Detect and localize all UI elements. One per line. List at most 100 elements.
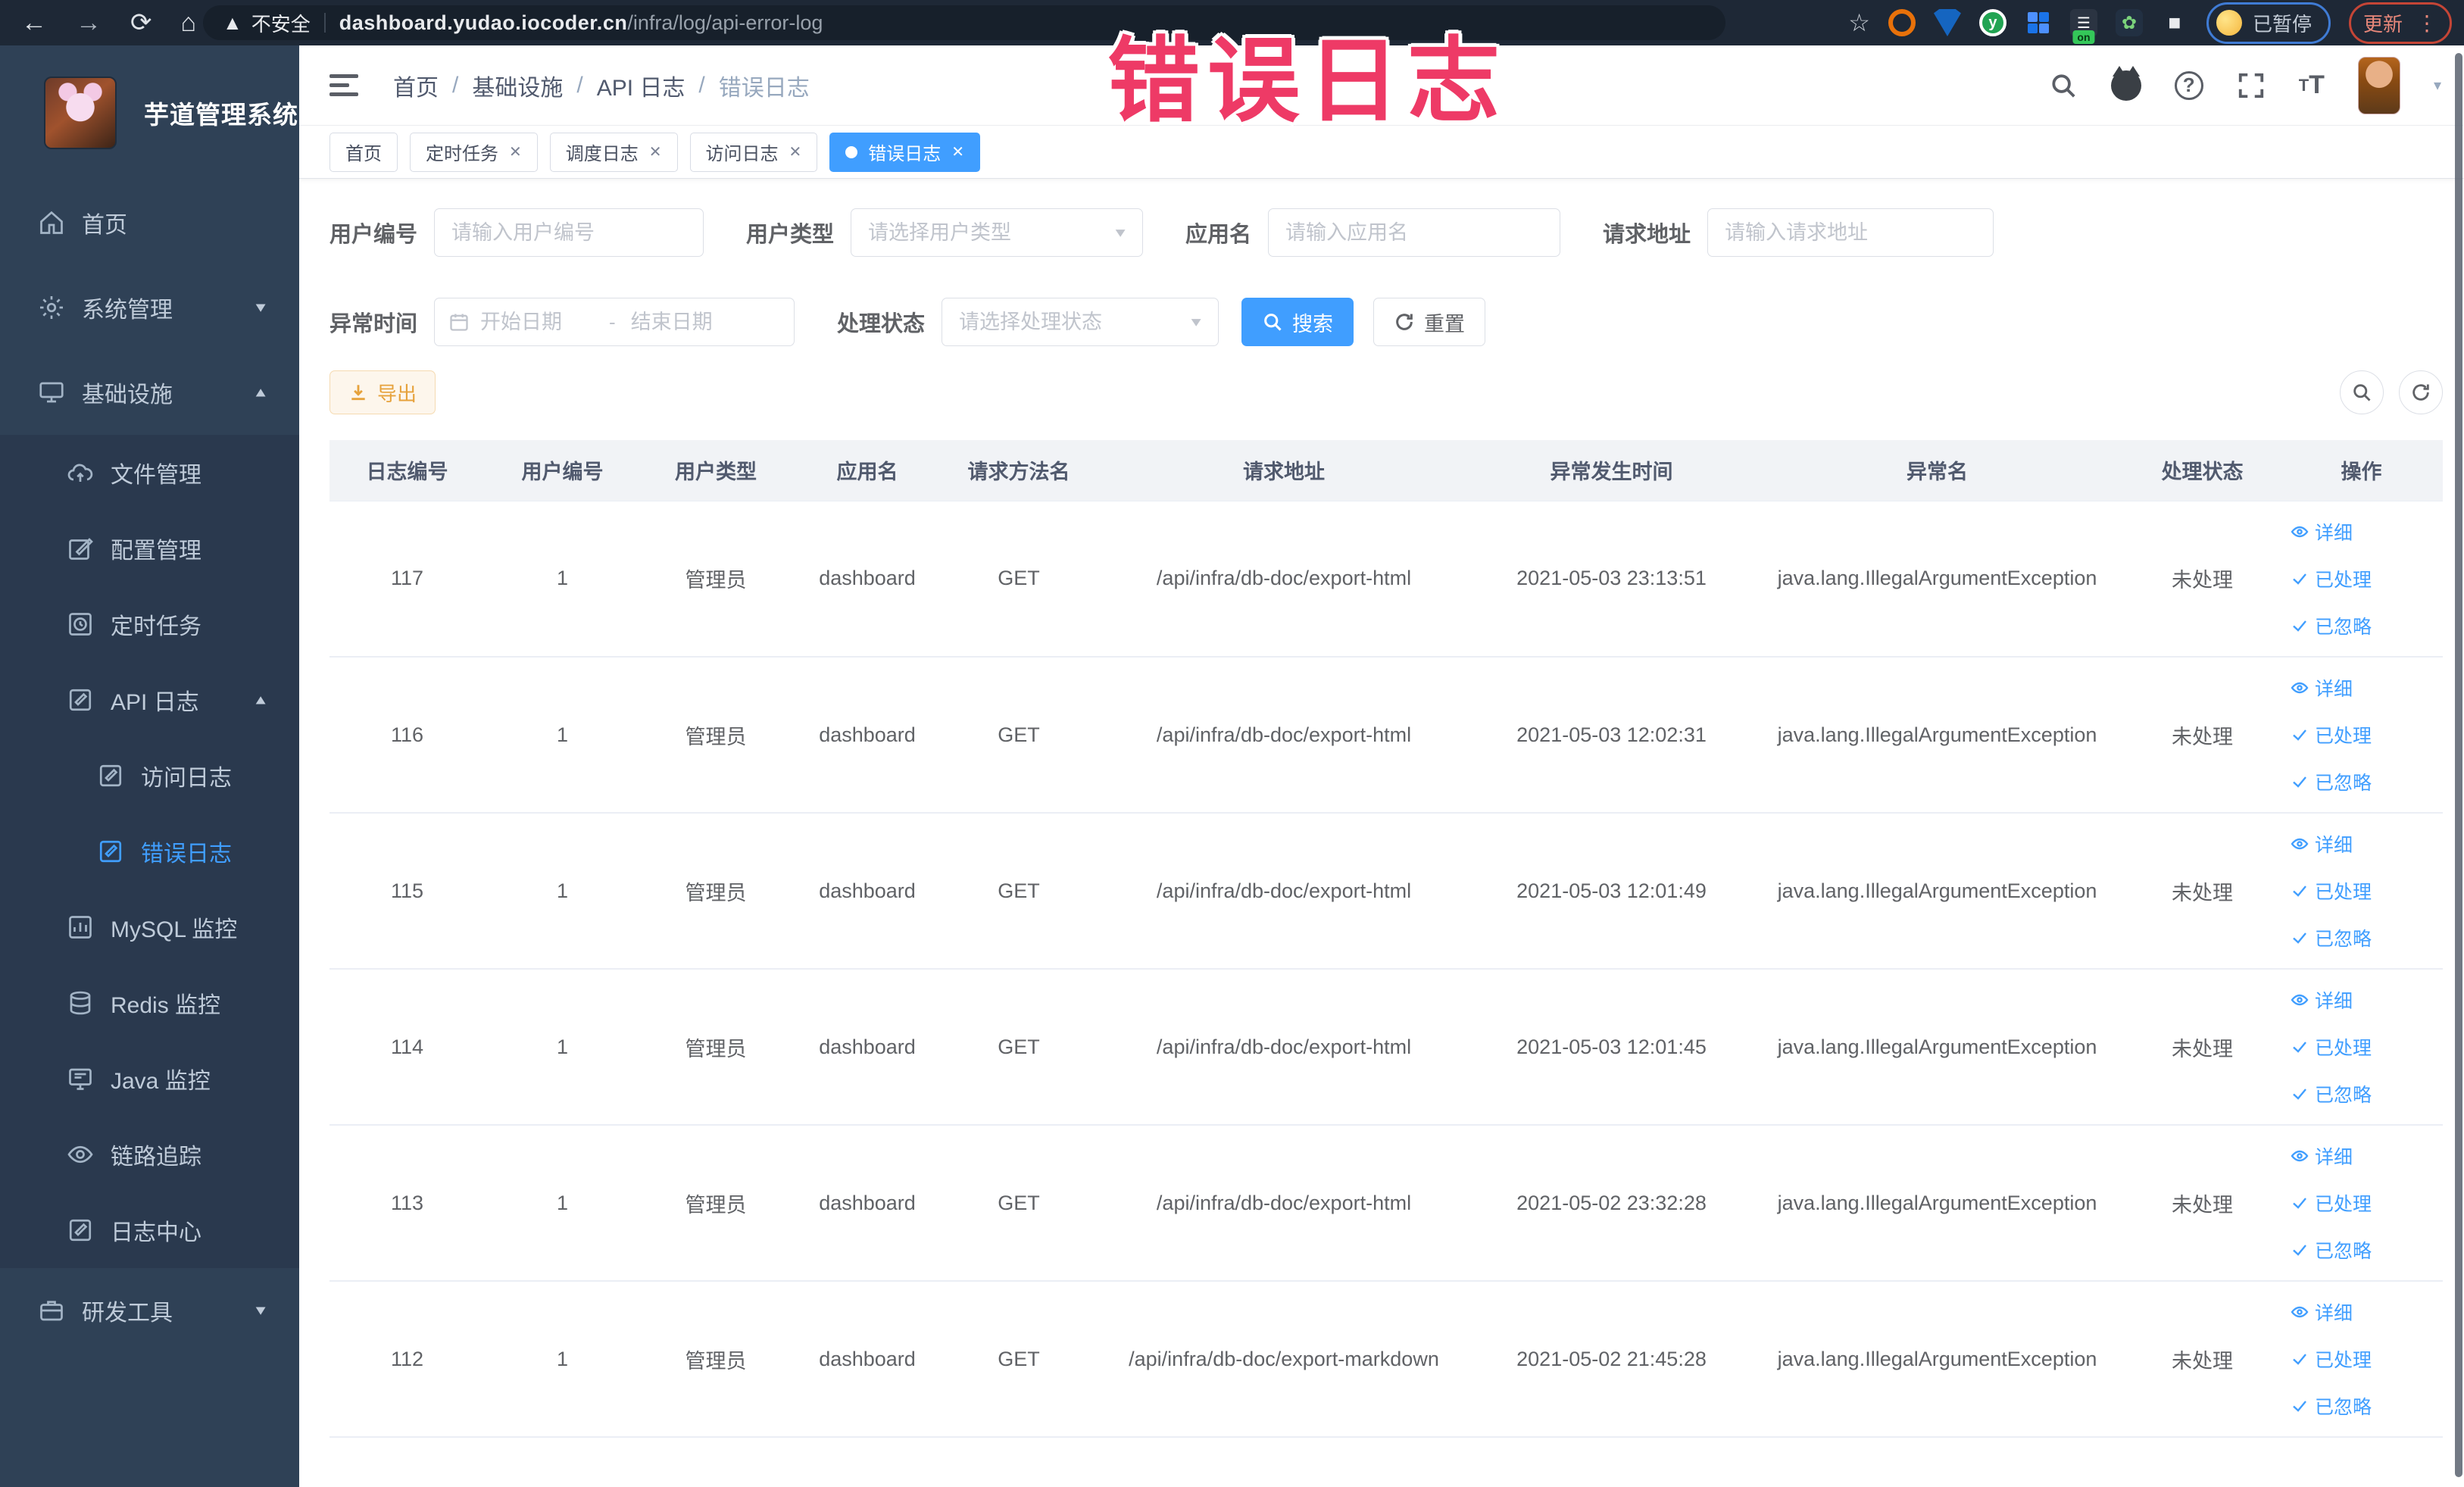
address-bar[interactable]: ▲ 不安全 dashboard.yudao.iocoder.cn /infra/… bbox=[203, 5, 1725, 40]
search-button[interactable]: 搜索 bbox=[1241, 298, 1354, 346]
detail-link[interactable]: 详细 bbox=[2291, 830, 2353, 858]
user-type-select[interactable]: ▼ bbox=[851, 208, 1144, 257]
mark-ignored-link[interactable]: 已忽略 bbox=[2291, 1236, 2372, 1264]
process-status-input[interactable] bbox=[942, 298, 1219, 345]
check-icon bbox=[2293, 620, 2306, 632]
back-icon[interactable]: ← bbox=[21, 10, 47, 36]
mark-ignored-link[interactable]: 已忽略 bbox=[2291, 924, 2372, 951]
user-type-input[interactable] bbox=[851, 209, 1143, 256]
detail-link[interactable]: 详细 bbox=[2291, 518, 2353, 545]
mark-processed-link[interactable]: 已处理 bbox=[2291, 1345, 2372, 1373]
close-icon[interactable]: ✕ bbox=[951, 142, 964, 161]
user-id-input[interactable] bbox=[435, 209, 704, 256]
exception-time-range[interactable]: - bbox=[434, 298, 795, 346]
collapse-sidebar-icon[interactable] bbox=[329, 69, 358, 102]
mark-ignored-link[interactable]: 已忽略 bbox=[2291, 1392, 2372, 1420]
profile-paused-chip[interactable]: 已暂停 bbox=[2206, 2, 2331, 44]
tab-schedule-log[interactable]: 调度日志 ✕ bbox=[549, 132, 678, 172]
toolbar-row: 导出 bbox=[329, 370, 2443, 414]
process-status-select[interactable]: ▼ bbox=[942, 298, 1220, 346]
sidebar-item-error-log[interactable]: 错误日志 bbox=[0, 814, 299, 889]
sidebar-item-infrastructure[interactable]: 基础设施 ▲ bbox=[0, 350, 299, 435]
mark-ignored-link[interactable]: 已忽略 bbox=[2291, 768, 2372, 795]
sidebar-item-system-management[interactable]: 系统管理 ▼ bbox=[0, 265, 299, 350]
sidebar-item-mysql-monitor[interactable]: MySQL 监控 bbox=[0, 889, 299, 965]
close-icon[interactable]: ✕ bbox=[509, 142, 522, 161]
request-url-cell: /api/infra/db-doc/export-markdown bbox=[1095, 1281, 1473, 1438]
sidebar-item-scheduled-tasks[interactable]: 定时任务 bbox=[0, 586, 299, 662]
mark-processed-link[interactable]: 已处理 bbox=[2291, 1033, 2372, 1061]
sidebar-item-access-log[interactable]: 访问日志 bbox=[0, 738, 299, 814]
tab-access-log[interactable]: 访问日志 ✕ bbox=[689, 132, 818, 172]
user-id-field[interactable] bbox=[434, 208, 704, 257]
detail-link[interactable]: 详细 bbox=[2291, 986, 2353, 1014]
app-name-input[interactable] bbox=[1269, 209, 1560, 256]
sidebar-item-api-log[interactable]: API 日志 ▲ bbox=[0, 662, 299, 738]
home-icon[interactable]: ⌂ bbox=[181, 10, 197, 36]
request-url-input[interactable] bbox=[1708, 209, 1994, 256]
extension-shield-icon[interactable] bbox=[1933, 9, 1961, 36]
bookmark-star-icon[interactable]: ☆ bbox=[1848, 8, 1870, 37]
tab-scheduled-tasks[interactable]: 定时任务 ✕ bbox=[410, 132, 538, 172]
search-icon[interactable] bbox=[2049, 71, 2078, 100]
extension-orange-icon[interactable] bbox=[1888, 9, 1916, 36]
app-logo-row[interactable]: 芋道管理系统 bbox=[0, 45, 299, 159]
col-exception-time: 异常发生时间 bbox=[1473, 440, 1750, 501]
col-user-id: 用户编号 bbox=[485, 440, 640, 501]
end-date-input[interactable] bbox=[630, 298, 745, 345]
start-date-input[interactable] bbox=[480, 298, 595, 345]
actions-cell: 详细 已处理 已忽略 bbox=[2280, 1281, 2443, 1438]
sidebar-item-tracing[interactable]: 链路追踪 bbox=[0, 1117, 299, 1192]
tab-home[interactable]: 首页 bbox=[329, 132, 398, 172]
breadcrumb-home[interactable]: 首页 bbox=[393, 69, 439, 102]
close-icon[interactable]: ✕ bbox=[789, 142, 802, 161]
mark-ignored-link[interactable]: 已忽略 bbox=[2291, 1080, 2372, 1107]
sidebar-item-log-center[interactable]: 日志中心 bbox=[0, 1192, 299, 1268]
mark-processed-link[interactable]: 已处理 bbox=[2291, 877, 2372, 904]
refresh-table-button[interactable] bbox=[2399, 370, 2443, 414]
check-icon bbox=[2293, 1245, 2306, 1256]
reload-icon[interactable]: ⟳ bbox=[130, 10, 152, 36]
breadcrumb-api-log[interactable]: API 日志 bbox=[597, 69, 685, 102]
exception-time-cell: 2021-05-02 21:45:28 bbox=[1473, 1281, 1750, 1438]
sidebar-item-file-management[interactable]: 文件管理 bbox=[0, 435, 299, 511]
user-id-cell: 1 bbox=[485, 813, 640, 970]
extension-leaf-icon[interactable]: ✿ bbox=[2115, 9, 2143, 36]
close-icon[interactable]: ✕ bbox=[649, 142, 662, 161]
reset-button[interactable]: 重置 bbox=[1373, 298, 1486, 346]
scrollbar-thumb[interactable] bbox=[2455, 53, 2462, 1477]
sidebar-item-redis-monitor[interactable]: Redis 监控 bbox=[0, 965, 299, 1041]
mark-processed-link[interactable]: 已处理 bbox=[2291, 1189, 2372, 1217]
mark-processed-link[interactable]: 已处理 bbox=[2291, 721, 2372, 748]
extension-green-icon[interactable]: y bbox=[1978, 9, 2006, 36]
mark-ignored-link[interactable]: 已忽略 bbox=[2291, 612, 2372, 639]
font-size-icon[interactable]: TT bbox=[2299, 70, 2325, 100]
mark-processed-link[interactable]: 已处理 bbox=[2291, 565, 2372, 592]
sidebar-item-home[interactable]: 首页 bbox=[0, 180, 299, 265]
sidebar-item-java-monitor[interactable]: Java 监控 bbox=[0, 1041, 299, 1117]
help-icon[interactable]: ? bbox=[2174, 70, 2203, 100]
breadcrumb-infrastructure[interactable]: 基础设施 bbox=[472, 69, 563, 102]
detail-link[interactable]: 详细 bbox=[2291, 1142, 2353, 1170]
app-name-field[interactable] bbox=[1268, 208, 1561, 257]
extensions-puzzle-icon[interactable]: ■ bbox=[2161, 9, 2188, 36]
export-button[interactable]: 导出 bbox=[329, 370, 436, 414]
github-icon[interactable] bbox=[2110, 65, 2141, 101]
toggle-search-button[interactable] bbox=[2340, 370, 2384, 414]
detail-link[interactable]: 详细 bbox=[2291, 674, 2353, 701]
detail-link[interactable]: 详细 bbox=[2291, 1298, 2353, 1326]
sidebar-item-dev-tools[interactable]: 研发工具 ▼ bbox=[0, 1268, 299, 1353]
fullscreen-icon[interactable] bbox=[2237, 71, 2266, 100]
user-type-cell: 管理员 bbox=[640, 657, 792, 814]
extension-grid-icon[interactable] bbox=[2025, 9, 2052, 36]
request-url-field[interactable] bbox=[1707, 208, 1994, 257]
forward-icon[interactable]: → bbox=[76, 10, 101, 36]
chevron-down-icon[interactable]: ▾ bbox=[2434, 76, 2441, 95]
tab-error-log[interactable]: 错误日志 ✕ bbox=[829, 132, 981, 172]
chrome-update-chip[interactable]: 更新 ⋮ bbox=[2348, 2, 2452, 44]
user-avatar[interactable] bbox=[2357, 56, 2400, 114]
extension-switch-icon[interactable]: ☰ on bbox=[2069, 9, 2097, 44]
sidebar-item-config-management[interactable]: 配置管理 bbox=[0, 511, 299, 586]
security-label[interactable]: 不安全 bbox=[251, 9, 311, 37]
kebab-menu-icon[interactable]: ⋮ bbox=[2416, 11, 2437, 36]
